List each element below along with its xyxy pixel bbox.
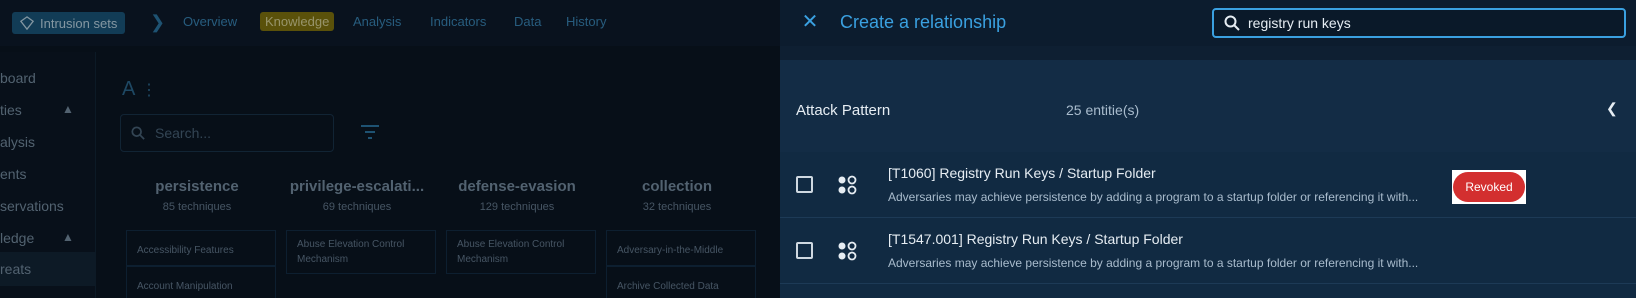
close-icon: ✕ <box>801 11 819 33</box>
create-relationship-drawer: ✕ Create a relationship Attack Pattern 2… <box>780 0 1636 298</box>
search-field[interactable] <box>1212 8 1626 38</box>
row-title: [T1060] Registry Run Keys / Startup Fold… <box>888 165 1156 181</box>
close-button[interactable]: ✕ <box>798 10 822 34</box>
row-title: [T1547.001] Registry Run Keys / Startup … <box>888 231 1183 247</box>
entity-group-header[interactable]: Attack Pattern 25 entitie(s) ❮ <box>780 60 1636 152</box>
list-item[interactable]: [T1060] Registry Run Keys / Startup Fold… <box>780 152 1636 218</box>
chevron-up-icon[interactable]: ❮ <box>1606 100 1618 117</box>
results-list: Attack Pattern 25 entitie(s) ❮ [T1060] R… <box>780 60 1636 298</box>
select-checkbox[interactable] <box>796 176 813 193</box>
search-input[interactable] <box>1248 15 1608 31</box>
drawer-title: Create a relationship <box>840 12 1007 32</box>
revoked-badge: Revoked <box>1453 172 1525 202</box>
attack-pattern-icon <box>838 175 857 195</box>
list-item[interactable]: [T1547.001] Registry Run Keys / Startup … <box>780 218 1636 284</box>
status-badge-container: Revoked <box>1452 170 1526 204</box>
select-checkbox[interactable] <box>796 242 813 259</box>
row-description: Adversaries may achieve persistence by a… <box>888 256 1419 270</box>
group-name: Attack Pattern <box>796 102 891 119</box>
search-icon <box>1224 15 1240 31</box>
row-description: Adversaries may achieve persistence by a… <box>888 190 1419 204</box>
drawer-header: ✕ Create a relationship <box>780 0 1636 46</box>
backdrop[interactable] <box>0 0 780 298</box>
attack-pattern-icon <box>838 241 857 261</box>
group-count: 25 entitie(s) <box>1066 102 1140 118</box>
